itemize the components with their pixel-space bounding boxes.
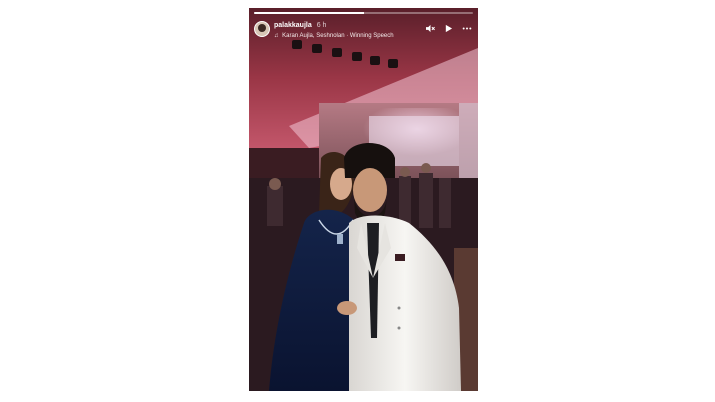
play-icon[interactable] (444, 24, 453, 33)
story-progress-bar (254, 12, 473, 14)
story-viewer[interactable]: palakkaujla 6 h ♫ Karan Aujla, Seshnolan… (249, 8, 478, 391)
username[interactable]: palakkaujla (274, 22, 312, 29)
avatar[interactable] (254, 21, 270, 37)
story-header: palakkaujla 6 h ♫ Karan Aujla, Seshnolan… (254, 18, 473, 48)
story-controls (426, 24, 472, 33)
speaker-muted-icon[interactable] (426, 24, 435, 33)
music-title: Karan Aujla, Seshnolan · Winning Speech (282, 33, 394, 39)
user-line: palakkaujla 6 h (274, 21, 326, 30)
music-attribution[interactable]: ♫ Karan Aujla, Seshnolan · Winning Speec… (274, 32, 394, 40)
story-progress-fill (254, 12, 364, 14)
post-time: 6 h (316, 22, 327, 29)
music-note-icon: ♫ (274, 33, 279, 39)
story-photo (249, 8, 478, 391)
more-options-icon[interactable] (462, 24, 472, 33)
